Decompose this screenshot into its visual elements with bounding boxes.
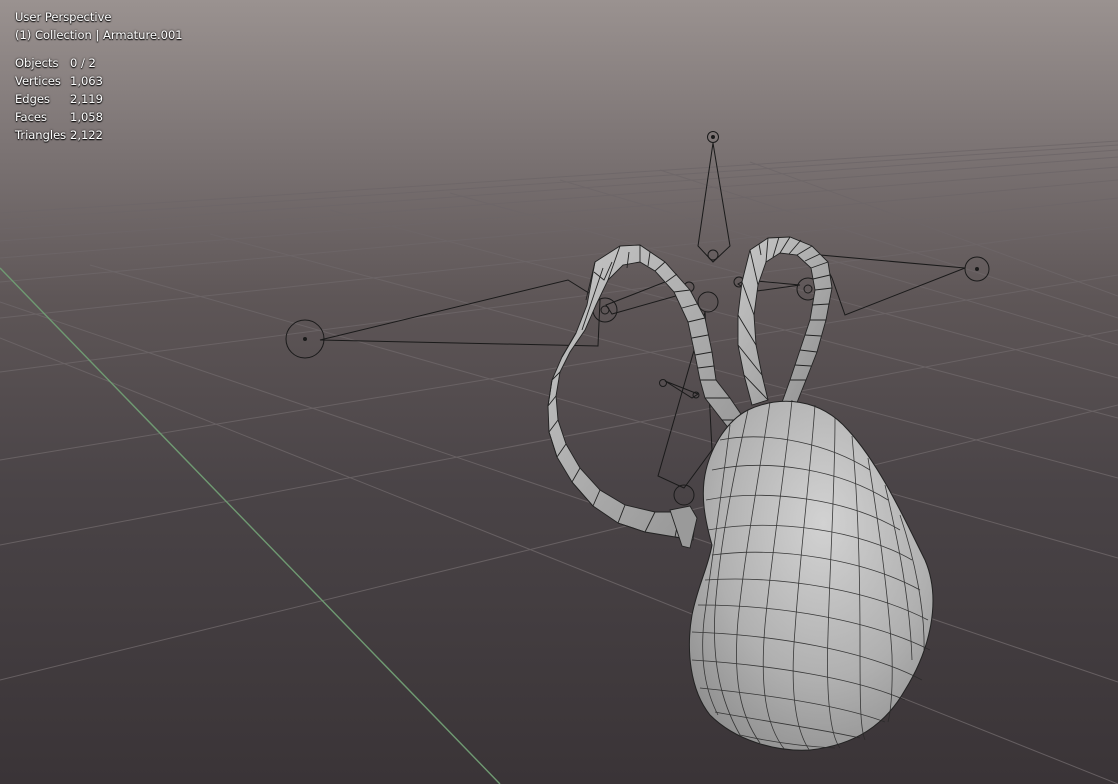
grid-line — [0, 301, 1118, 683]
stat-row-vertices: Vertices 1,063 — [15, 72, 183, 90]
right-ear-mesh — [737, 236, 833, 409]
y-axis-line — [0, 267, 501, 784]
collection-label: (1) Collection | Armature.001 — [15, 28, 183, 42]
scene-statistics: Objects 0 / 2 Vertices 1,063 Edges 2,119… — [15, 54, 183, 144]
stat-value: 0 / 2 — [70, 56, 96, 70]
stat-row-faces: Faces 1,058 — [15, 108, 183, 126]
stat-row-edges: Edges 2,119 — [15, 90, 183, 108]
stat-value: 1,058 — [70, 110, 103, 124]
grid-line — [89, 264, 1118, 559]
stat-label: Triangles — [15, 128, 67, 142]
grid-line — [0, 166, 1118, 259]
viewport-info-overlay: User Perspective (1) Collection | Armatu… — [15, 8, 183, 144]
grid-line — [0, 225, 1118, 373]
grid-line — [0, 156, 1118, 242]
stat-row-objects: Objects 0 / 2 — [15, 54, 183, 72]
stat-label: Vertices — [15, 74, 61, 88]
grid-line — [0, 144, 1118, 221]
view-name-label: User Perspective — [15, 10, 112, 24]
stat-label: Objects — [15, 56, 59, 70]
head-mesh — [688, 399, 934, 752]
grid-line — [0, 149, 1118, 230]
grid-line — [0, 337, 1118, 784]
stat-label: Faces — [15, 110, 47, 124]
grid-line — [0, 197, 1118, 319]
grid-line — [0, 140, 1118, 214]
floor-grid — [0, 140, 1118, 784]
3d-viewport[interactable]: User Perspective (1) Collection | Armatu… — [0, 0, 1118, 784]
bone-icon — [697, 142, 731, 263]
stat-value: 1,063 — [70, 74, 103, 88]
stat-value: 2,119 — [70, 92, 103, 106]
grid-line — [659, 169, 1118, 319]
stat-row-triangles: Triangles 2,122 — [15, 126, 183, 144]
stat-value: 2,122 — [70, 128, 103, 142]
stat-label: Edges — [15, 92, 50, 106]
